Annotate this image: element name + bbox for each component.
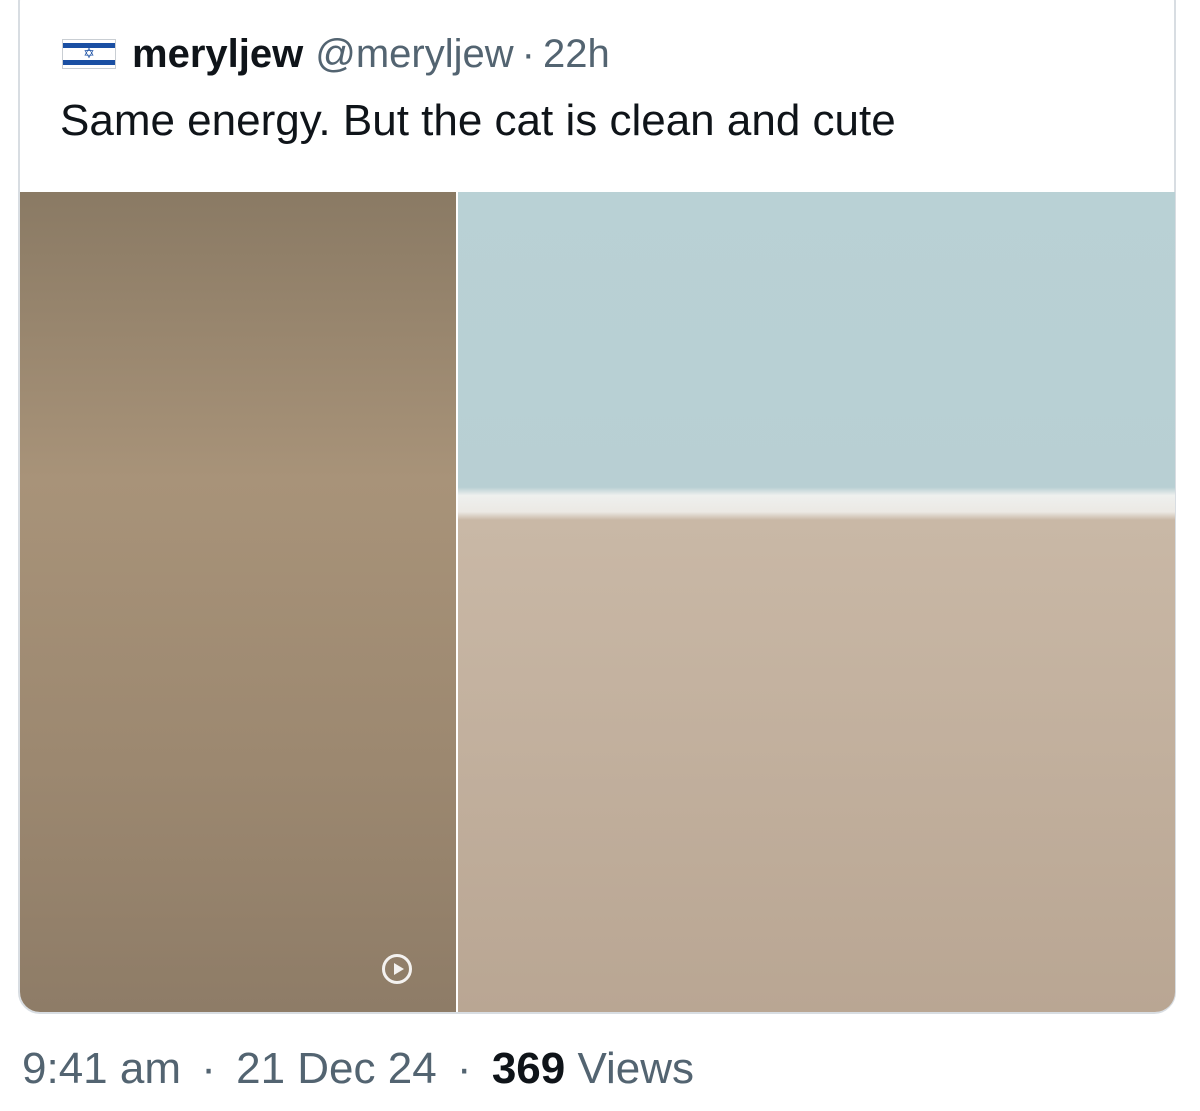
separator: · [201, 1044, 216, 1093]
play-circle-icon[interactable] [382, 954, 412, 984]
author-display-name[interactable]: meryljew [132, 32, 303, 77]
views-count[interactable]: 369 [492, 1044, 565, 1093]
media-image-right[interactable] [458, 192, 1175, 1012]
tweet-text: Same energy. But the cat is clean and cu… [60, 96, 896, 145]
author-handle[interactable]: @meryljew [315, 32, 513, 77]
israel-flag-icon: ✡ [62, 39, 116, 69]
post-date[interactable]: 21 Dec 24 [236, 1044, 437, 1093]
separator: · [521, 31, 535, 76]
tweet-media[interactable] [20, 192, 1175, 1012]
relative-timestamp[interactable]: 22h [543, 32, 610, 77]
tweet-header: ✡ meryljew @meryljew · 22h [62, 26, 610, 82]
views-label: Views [565, 1044, 695, 1093]
post-time[interactable]: 9:41 am [22, 1044, 181, 1093]
separator: · [456, 1044, 472, 1093]
tweet-footer: 9:41 am · 21 Dec 24 · 369 Views [22, 1044, 694, 1094]
media-image-left[interactable] [20, 192, 456, 1012]
